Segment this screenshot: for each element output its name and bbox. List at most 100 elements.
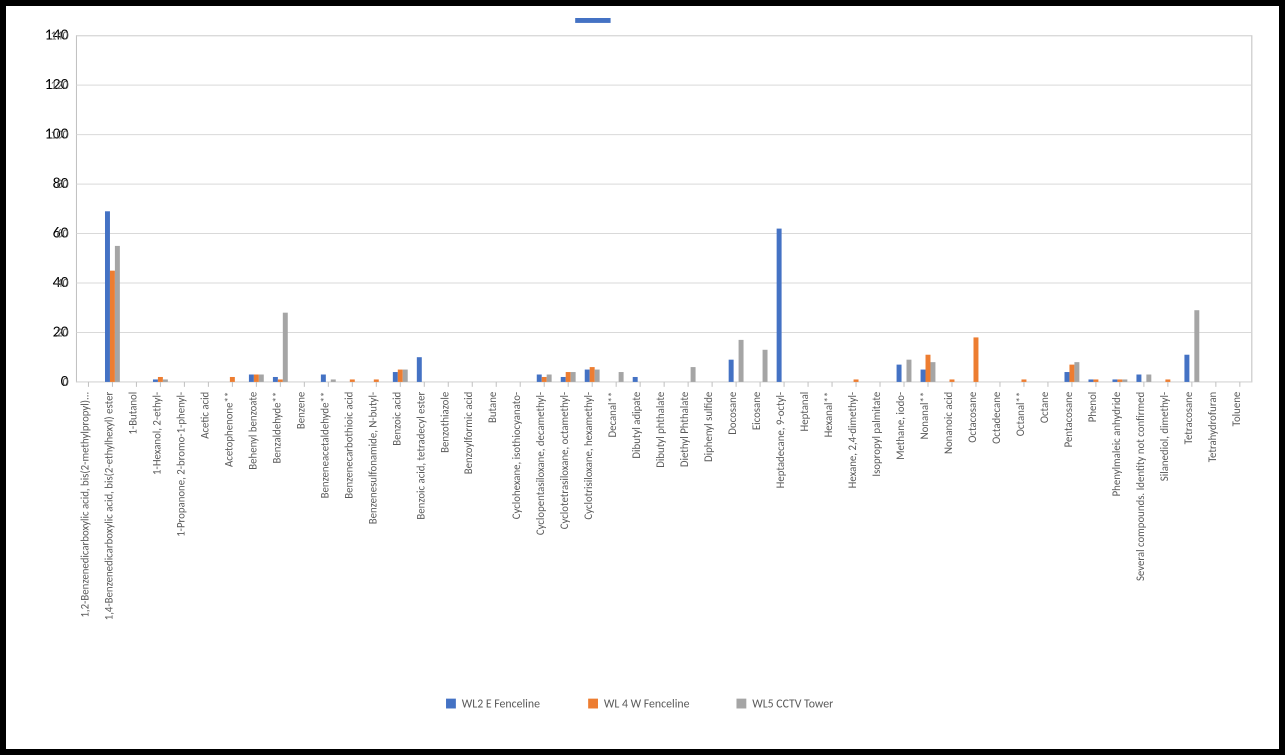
bar (105, 211, 110, 382)
bar (1074, 362, 1079, 382)
x-tick-label: Octanal** (1014, 392, 1027, 436)
bar (1122, 379, 1127, 381)
legend-label: WL2 E Fenceline (462, 697, 540, 711)
chart-svg: 0204060801001201400204060801001201401,2-… (18, 18, 1267, 737)
bar (1194, 310, 1199, 382)
x-tick-label: Hexane, 2,4-dimethyl- (846, 392, 859, 489)
chart-top-tab (575, 18, 610, 23)
x-tick-label: Butane (486, 392, 499, 423)
svg-text:40: 40 (57, 277, 69, 291)
bar (930, 362, 935, 382)
svg-text:60: 60 (57, 227, 69, 241)
bar (1069, 365, 1074, 382)
x-tick-label: Hexanal** (822, 392, 835, 438)
bar (537, 375, 542, 382)
bar (566, 372, 571, 382)
bar (403, 370, 408, 382)
legend-swatch (588, 699, 598, 709)
bar (398, 370, 403, 382)
x-tick-label: Benzothiazole (438, 392, 451, 453)
svg-text:120: 120 (51, 79, 69, 93)
svg-text:80: 80 (57, 178, 69, 192)
x-tick-label: Toluene (1230, 392, 1243, 427)
bar (393, 372, 398, 382)
x-tick-label: Silanediol, dimethyl- (1158, 392, 1171, 481)
chart-panel: 0204060801001201400204060801001201401,2-… (0, 0, 1285, 755)
bar (1165, 379, 1170, 381)
bar (230, 377, 235, 382)
bar (350, 379, 355, 381)
x-tick-label: Dibutyl phthalate (654, 392, 667, 468)
x-tick-label: Acetic acid (198, 392, 211, 439)
bar (273, 377, 278, 382)
x-tick-label: Cyclohexane, isothiocyanato- (510, 392, 523, 520)
x-tick-label: Benzenecarbothioic acid (342, 392, 355, 499)
bar (691, 367, 696, 382)
bar (374, 379, 379, 381)
bar (278, 379, 283, 381)
x-tick-label: Isopropyl palmitate (870, 392, 883, 477)
svg-text:0: 0 (63, 376, 69, 390)
x-tick-label: Octadecane (990, 392, 1003, 444)
x-tick-label: Octacosane (966, 392, 979, 443)
x-tick-label: Cyclopentasiloxane, decamethyl- (534, 392, 547, 535)
x-tick-label: 1-Butanol (126, 392, 139, 435)
bar (729, 360, 734, 382)
bar (1064, 372, 1069, 382)
x-tick-label: Benzoic acid (390, 392, 403, 446)
x-tick-label: Cyclotrisiloxane, hexamethyl- (582, 392, 595, 520)
bar (259, 375, 264, 382)
bar (585, 370, 590, 382)
x-tick-label: 1-Propanone, 2-bromo-1-phenyl- (174, 392, 187, 537)
x-tick-label: Behenyl benzoate (246, 392, 259, 470)
bars-group (105, 211, 1199, 382)
plot-border (76, 36, 1251, 382)
bar (153, 379, 158, 381)
bar (1136, 375, 1141, 382)
legend-label: WL5 CCTV Tower (752, 697, 833, 711)
bar (254, 375, 259, 382)
x-tick-label: Nonanal** (918, 392, 931, 440)
bar (571, 372, 576, 382)
bar (854, 379, 859, 381)
x-tick-label: Decanal** (606, 392, 619, 438)
bar (115, 246, 120, 382)
bar (739, 340, 744, 382)
svg-text:140: 140 (51, 30, 69, 44)
bar (1088, 379, 1093, 381)
legend-swatch (736, 699, 746, 709)
bar (906, 360, 911, 382)
x-tick-label: Nonanoic acid (942, 392, 955, 454)
bar (619, 372, 624, 382)
x-axis-labels: 1,2-Benzenedicarboxylic acid, bis(2-meth… (78, 382, 1242, 620)
x-tick-label: Methane, iodo- (894, 392, 907, 460)
bar (763, 350, 768, 382)
bar (777, 229, 782, 382)
x-tick-label: Octane (1038, 392, 1051, 423)
bar (158, 377, 163, 382)
x-tick-label: Docosane (726, 392, 739, 435)
x-tick-label: Heptadecane, 9-octyl- (774, 392, 787, 489)
x-tick-label: Benzaldehyde** (270, 392, 283, 464)
bar (249, 375, 254, 382)
x-tick-label: Pentacosane (1062, 392, 1075, 448)
bar (926, 355, 931, 382)
svg-text:100: 100 (51, 129, 69, 143)
x-tick-label: Tetracosane (1182, 392, 1195, 445)
x-tick-label: Benzoylformic acid (462, 392, 475, 474)
bar (595, 370, 600, 382)
x-tick-label: Dibutyl adipate (630, 392, 643, 459)
x-tick-label: Eicosane (750, 392, 763, 430)
x-tick-label: Phenylmaleic anhydride (1110, 392, 1123, 497)
x-tick-label: Benzeneacetaldehyde** (318, 392, 331, 499)
svg-text:20: 20 (57, 326, 69, 340)
x-tick-label: 1-Hexanol, 2-ethyl- (150, 392, 163, 475)
bar (163, 379, 168, 381)
chart-plot: 0204060801001201400204060801001201401,2-… (18, 18, 1267, 737)
bar (331, 379, 336, 381)
bar (1093, 379, 1098, 381)
x-tick-label: 1,2-Benzenedicarboxylic acid, bis(2-meth… (78, 391, 91, 617)
x-tick-label: Phenol (1086, 392, 1099, 422)
y-gridlines (76, 36, 1251, 382)
bar (1112, 379, 1117, 381)
